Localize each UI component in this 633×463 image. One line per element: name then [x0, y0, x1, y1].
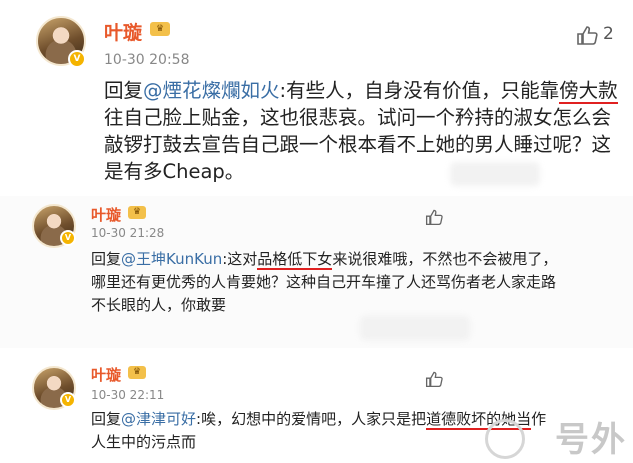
- username[interactable]: 叶璇: [91, 204, 121, 225]
- verified-badge-icon: V: [68, 50, 86, 68]
- mention-link[interactable]: @煙花燦爛如火: [143, 79, 280, 102]
- blur-overlay: [450, 162, 540, 186]
- comment-body: :有些人，自身没有价值，只能靠: [279, 79, 560, 102]
- like-button[interactable]: [425, 370, 443, 388]
- watermark-logo-icon: [485, 419, 525, 459]
- mention-link[interactable]: @津津可好: [121, 410, 196, 428]
- verified-badge-icon: V: [60, 230, 76, 246]
- timestamp: 10-30 20:58: [104, 52, 190, 68]
- comment-text: 回复@煙花燦爛如火:有些人，自身没有价值，只能靠傍大款往自己脸上贴金，这也很悲哀…: [104, 77, 624, 185]
- vip-crown-icon: ♛: [150, 22, 170, 36]
- mention-link[interactable]: @王坤KunKun: [121, 250, 222, 268]
- vip-crown-icon: ♛: [128, 206, 146, 219]
- comment-body: :唉，幻想中的爱情吧，人家只是把: [196, 410, 427, 428]
- reply-prefix: 回复: [104, 79, 144, 102]
- comment-text: 回复@王坤KunKun:这对品格低下女来说很难哦，不然也不会被甩了，哪里还有更优…: [91, 248, 561, 317]
- comment-item: V 叶璇 ♛ 10-30 21:28 回复@王坤KunKun:这对品格低下女来说…: [0, 196, 633, 348]
- username[interactable]: 叶璇: [91, 364, 121, 385]
- thumbs-up-icon: [425, 209, 443, 226]
- thumbs-up-icon: [577, 26, 598, 45]
- like-button[interactable]: [576, 24, 598, 46]
- timestamp: 10-30 21:28: [91, 226, 165, 240]
- verified-badge-icon: V: [60, 392, 76, 408]
- blur-overlay: [360, 316, 470, 340]
- comment-item: V 叶璇 ♛ 10-30 22:11 回复@津津可好:唉，幻想中的爱情吧，人家只…: [0, 348, 633, 463]
- like-count: 2: [603, 24, 614, 44]
- reply-prefix: 回复: [91, 250, 122, 268]
- highlighted-phrase: 傍大款: [559, 79, 618, 104]
- like-button[interactable]: [425, 208, 443, 226]
- timestamp: 10-30 22:11: [91, 388, 165, 402]
- comment-item: V 叶璇 ♛ 10-30 20:58 2 回复@煙花燦爛如火:有些人，自身没有价…: [0, 0, 633, 196]
- thumbs-up-icon: [425, 371, 443, 388]
- reply-prefix: 回复: [91, 410, 122, 428]
- comment-body: :这对: [222, 250, 258, 268]
- watermark: 号外: [555, 420, 627, 460]
- username[interactable]: 叶璇: [104, 18, 142, 45]
- vip-crown-icon: ♛: [128, 366, 146, 379]
- highlighted-phrase: 品格低下女: [257, 250, 333, 270]
